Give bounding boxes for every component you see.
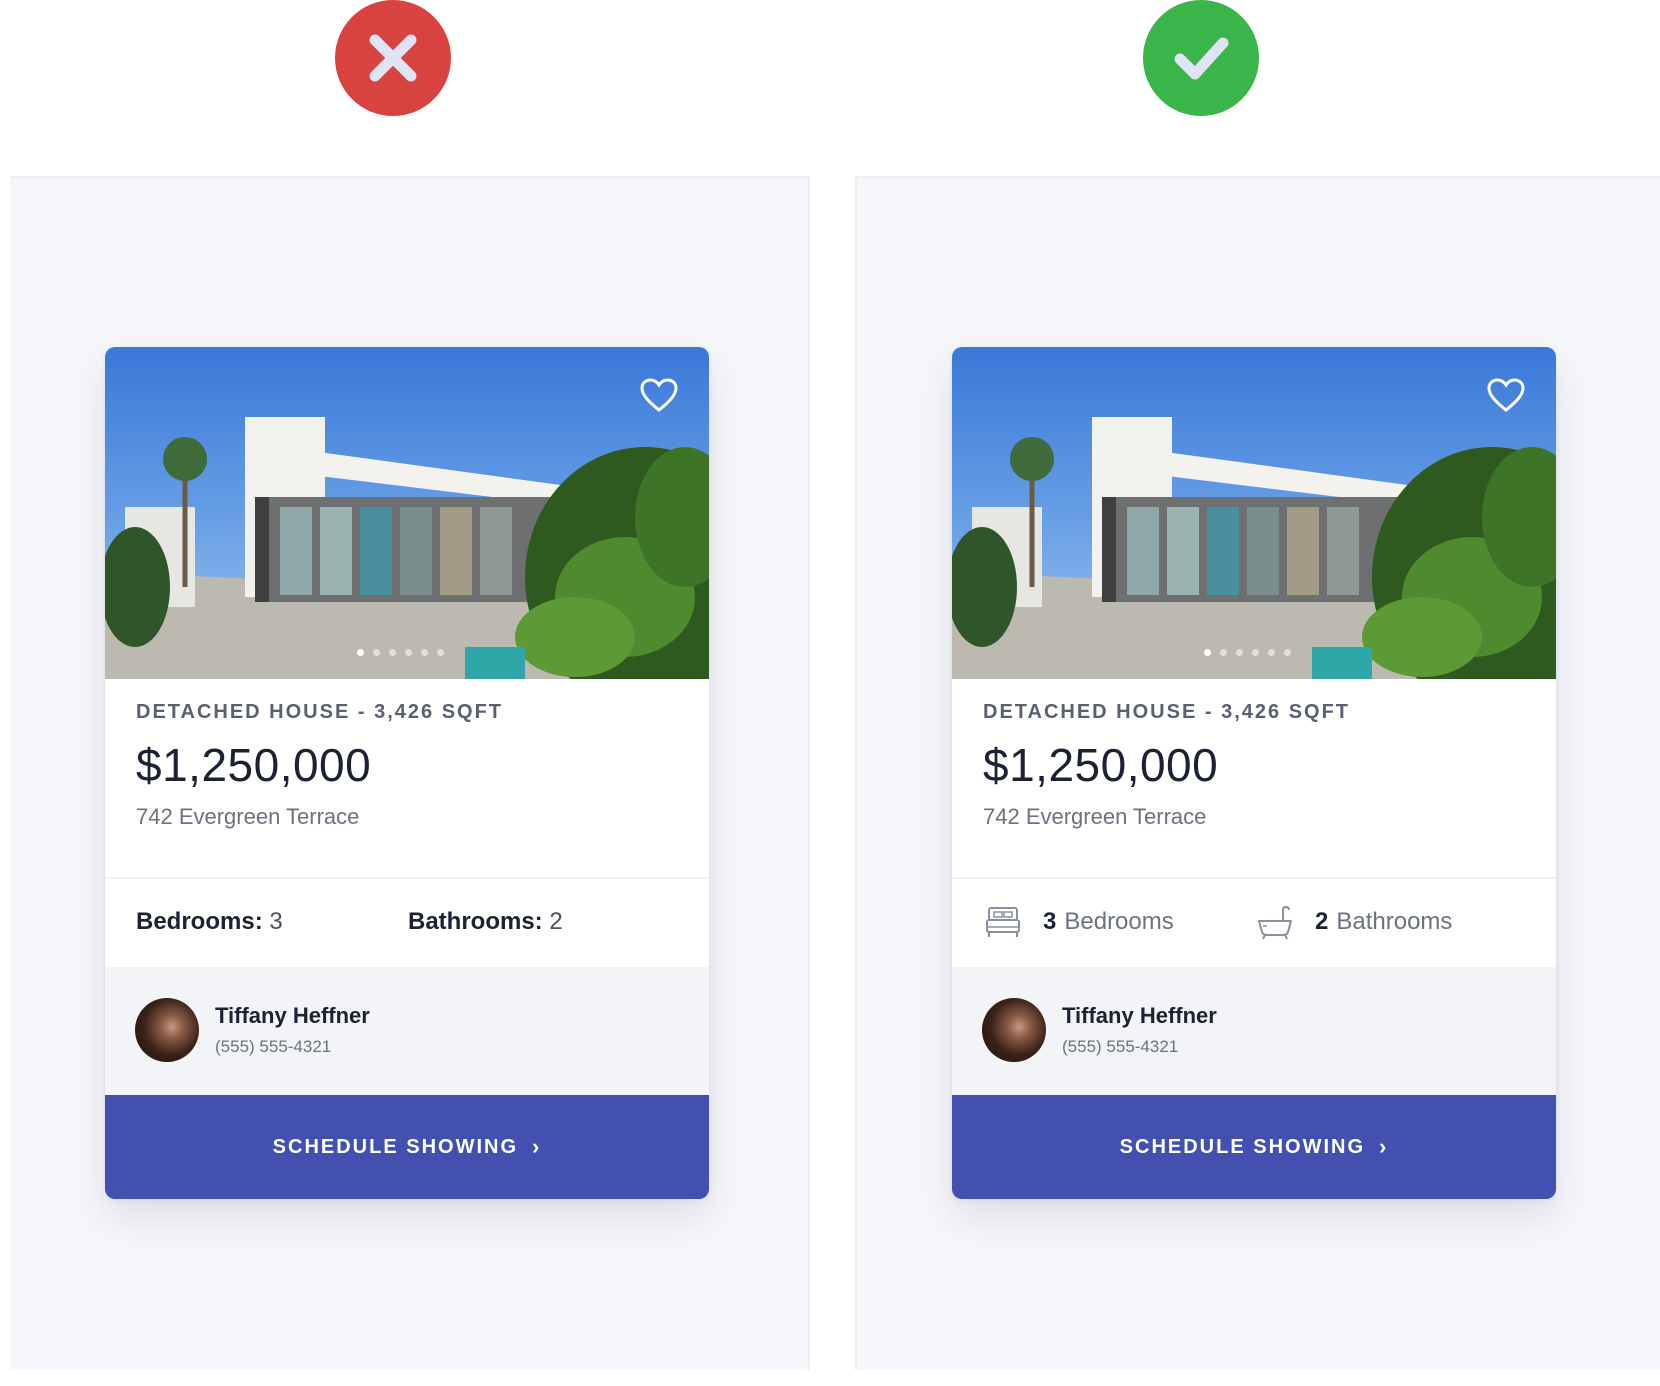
- carousel-dot[interactable]: [421, 649, 428, 656]
- carousel-dot[interactable]: [357, 649, 364, 656]
- address: 742 Evergreen Terrace: [983, 804, 1207, 829]
- house-photo: [105, 417, 709, 679]
- property-type: DETACHED HOUSE - 3,426 SQFT: [136, 701, 504, 723]
- divider: [952, 877, 1556, 879]
- carousel-dots[interactable]: [1204, 649, 1291, 656]
- bathrooms-spec: 2 Bathrooms: [1255, 902, 1452, 942]
- schedule-showing-button[interactable]: SCHEDULE SHOWING ›: [105, 1095, 709, 1199]
- schedule-showing-button[interactable]: SCHEDULE SHOWING ›: [952, 1095, 1556, 1199]
- carousel-dot[interactable]: [1284, 649, 1291, 656]
- bedrooms-value: 3: [1043, 908, 1057, 935]
- property-photo[interactable]: [952, 347, 1556, 679]
- bedrooms-value: 3: [269, 908, 283, 935]
- price: $1,250,000: [983, 739, 1219, 791]
- bathrooms-value: 2: [1315, 908, 1329, 935]
- correct-badge: [1143, 0, 1259, 116]
- bedrooms-spec: Bedrooms: 3: [136, 908, 408, 936]
- property-type: DETACHED HOUSE - 3,426 SQFT: [983, 701, 1351, 723]
- carousel-dot[interactable]: [1220, 649, 1227, 656]
- bed-icon: [986, 907, 1020, 937]
- carousel-dot[interactable]: [437, 649, 444, 656]
- bathrooms-label: Bathrooms: [1336, 908, 1453, 935]
- cta-label: SCHEDULE SHOWING: [272, 1135, 518, 1158]
- carousel-dot[interactable]: [405, 649, 412, 656]
- bedrooms-label: Bedrooms: [1064, 908, 1174, 935]
- listing-card[interactable]: DETACHED HOUSE - 3,426 SQFT $1,250,000 7…: [952, 347, 1556, 1199]
- carousel-dot[interactable]: [1268, 649, 1275, 656]
- avatar: [135, 998, 199, 1062]
- bedrooms-label: Bedrooms:: [136, 908, 263, 935]
- agent-phone[interactable]: (555) 555-4321: [1062, 1037, 1178, 1057]
- price: $1,250,000: [136, 739, 372, 791]
- carousel-dot[interactable]: [373, 649, 380, 656]
- listing-card[interactable]: DETACHED HOUSE - 3,426 SQFT $1,250,000 7…: [105, 347, 709, 1199]
- address: 742 Evergreen Terrace: [136, 804, 360, 829]
- cta-label: SCHEDULE SHOWING: [1119, 1135, 1365, 1158]
- bedrooms-spec: 3 Bedrooms: [983, 902, 1255, 942]
- carousel-dot[interactable]: [1204, 649, 1211, 656]
- agent-name: Tiffany Heffner: [1062, 1003, 1217, 1028]
- divider: [105, 877, 709, 879]
- listing-info: DETACHED HOUSE - 3,426 SQFT $1,250,000 7…: [136, 701, 678, 830]
- bathrooms-value: 2: [549, 908, 563, 935]
- agent-section: Tiffany Heffner (555) 555-4321: [105, 967, 709, 1095]
- x-mark-icon: [369, 34, 417, 82]
- carousel-dot[interactable]: [389, 649, 396, 656]
- bathrooms-label: Bathrooms:: [408, 908, 543, 935]
- avatar: [982, 998, 1046, 1062]
- agent-name: Tiffany Heffner: [215, 1003, 370, 1028]
- house-photo: [952, 417, 1556, 679]
- heart-icon[interactable]: [1486, 377, 1526, 413]
- chevron-right-icon: ›: [1379, 1134, 1389, 1159]
- specs-row: Bedrooms: 3 Bathrooms: 2: [136, 892, 678, 952]
- checkmark-icon: [1174, 37, 1229, 80]
- bathrooms-spec: Bathrooms: 2: [408, 908, 563, 936]
- carousel-dots[interactable]: [357, 649, 444, 656]
- heart-icon[interactable]: [639, 377, 679, 413]
- agent-section: Tiffany Heffner (555) 555-4321: [952, 967, 1556, 1095]
- chevron-right-icon: ›: [532, 1134, 542, 1159]
- carousel-dot[interactable]: [1252, 649, 1259, 656]
- property-photo[interactable]: [105, 347, 709, 679]
- bad-example-panel: DETACHED HOUSE - 3,426 SQFT $1,250,000 7…: [10, 176, 810, 1370]
- good-example-panel: DETACHED HOUSE - 3,426 SQFT $1,250,000 7…: [855, 176, 1660, 1370]
- carousel-dot[interactable]: [1236, 649, 1243, 656]
- incorrect-badge: [335, 0, 451, 116]
- specs-row: 3 Bedrooms 2 Bathrooms: [983, 892, 1525, 952]
- listing-info: DETACHED HOUSE - 3,426 SQFT $1,250,000 7…: [983, 701, 1525, 830]
- agent-phone[interactable]: (555) 555-4321: [215, 1037, 331, 1057]
- bathtub-icon: [1258, 905, 1292, 940]
